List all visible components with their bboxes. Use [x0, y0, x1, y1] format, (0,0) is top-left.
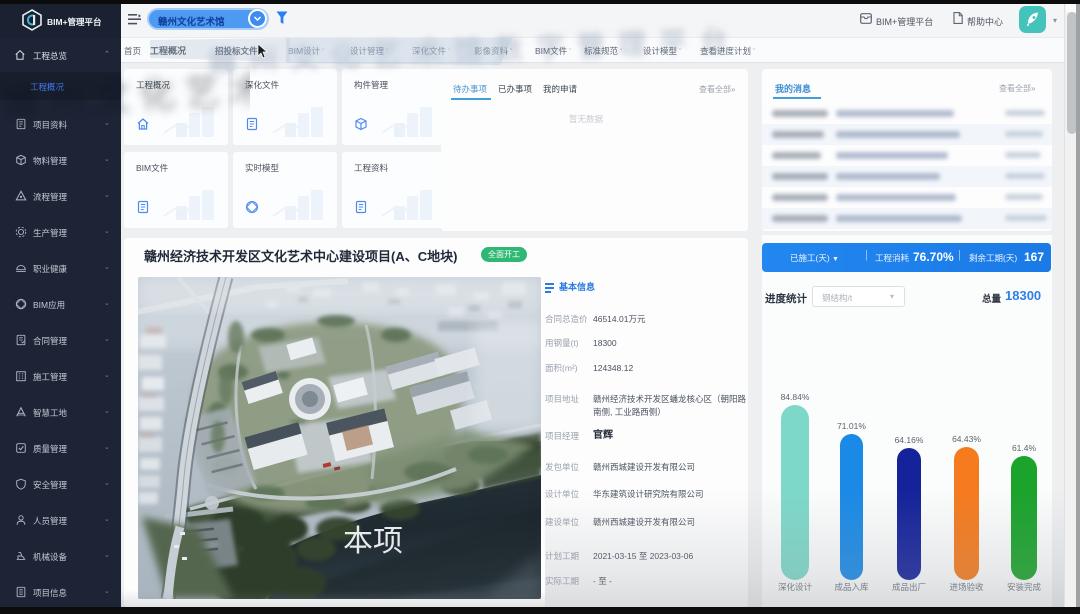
svg-text:本项: 本项: [343, 525, 403, 558]
